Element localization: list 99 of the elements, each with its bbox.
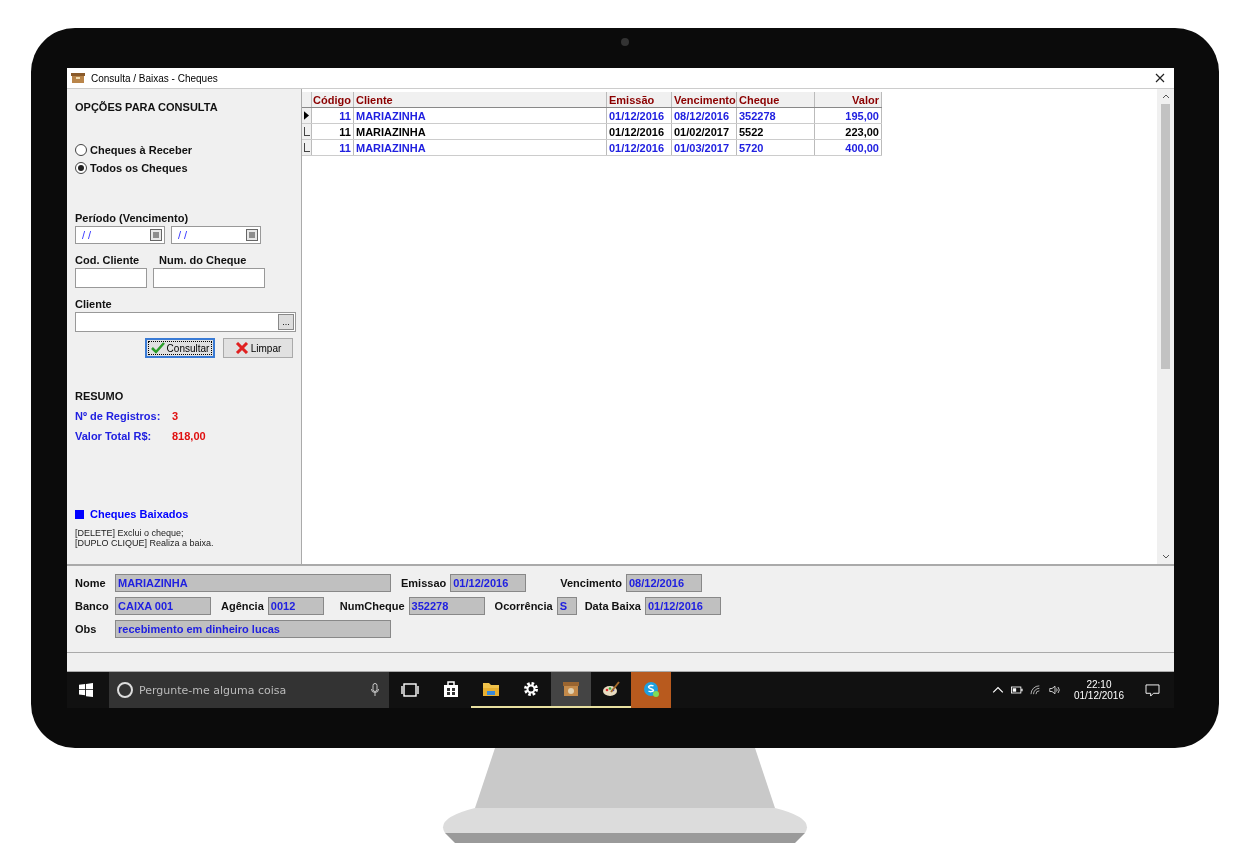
input-field[interactable]: ... [75, 312, 296, 332]
table-cell: 11 [312, 108, 354, 123]
search-button[interactable]: Consultar [145, 338, 215, 358]
table-cell: MARIAZINHA [354, 124, 607, 139]
column-header[interactable]: Cliente [354, 92, 607, 107]
checkmark-icon [150, 342, 165, 354]
row-indicator[interactable] [302, 108, 312, 123]
calendar-icon[interactable] [150, 229, 162, 241]
field-label: Num. do Cheque [159, 254, 247, 266]
table-cell: 11 [312, 140, 354, 155]
battery-icon[interactable] [1010, 685, 1023, 695]
column-header[interactable]: Valor [815, 92, 882, 107]
field-label: Banco [75, 600, 110, 612]
table-cell: 5522 [737, 124, 815, 139]
clock-date[interactable]: 01/12/2016 [1073, 690, 1124, 701]
field-label: Nome [75, 577, 107, 589]
read-only-field: 0012 [267, 597, 324, 615]
task-view-icon[interactable] [401, 683, 419, 697]
settings-icon [521, 679, 541, 699]
speaker-icon[interactable] [1048, 685, 1061, 695]
hint-text: [DUPLO CLIQUE] Realiza a baixa. [75, 538, 215, 548]
section-heading: RESUMO [75, 390, 125, 402]
read-only-field: 01/12/2016 [450, 574, 527, 592]
calendar-icon[interactable] [246, 229, 258, 241]
date-field[interactable]: / / [75, 226, 165, 244]
chat-icon [641, 679, 661, 699]
input-field[interactable] [75, 268, 147, 288]
summary-label: Nº de Registros: [75, 410, 162, 422]
search-field[interactable]: Pergunte-me alguma coisa [109, 672, 389, 708]
palette-icon [601, 679, 621, 699]
field-label: Cliente [75, 298, 113, 310]
row-indicator[interactable] [302, 140, 312, 155]
read-only-field: 352278 [408, 597, 485, 615]
read-only-field: 08/12/2016 [626, 574, 702, 592]
field-label: Ocorrência [494, 600, 553, 612]
input-field[interactable] [153, 268, 265, 288]
field-label: Vencimento [560, 577, 622, 589]
clock-time[interactable]: 22:10 [1086, 679, 1112, 690]
column-header[interactable]: Vencimento [672, 92, 737, 107]
row-indicator[interactable] [302, 124, 312, 139]
legend-label: Cheques Baixados [90, 508, 189, 520]
scrollbar[interactable] [1157, 89, 1174, 564]
summary-value: 818,00 [172, 430, 206, 442]
field-label: Cod. Cliente [75, 254, 141, 266]
radio-button[interactable] [75, 144, 87, 156]
read-only-field: recebimento em dinheiro lucas [115, 620, 391, 638]
circle-icon [117, 682, 133, 698]
read-only-field: MARIAZINHA [115, 574, 391, 592]
radio-option[interactable]: Todos os Cheques [75, 162, 188, 174]
field-label: NumCheque [339, 600, 405, 612]
scroll-down-icon[interactable] [1161, 554, 1170, 559]
table-cell: 400,00 [815, 140, 882, 155]
field-label: Emissao [401, 577, 447, 589]
column-header[interactable]: Cheque [737, 92, 815, 107]
table-cell: MARIAZINHA [354, 108, 607, 123]
table-cell: 01/12/2016 [607, 108, 672, 123]
column-header[interactable]: Código [312, 92, 354, 107]
summary-label: Valor Total R$: [75, 430, 153, 442]
table-cell: 01/12/2016 [607, 124, 672, 139]
table-cell: 11 [312, 124, 354, 139]
date-field[interactable]: / / [171, 226, 261, 244]
summary-value: 3 [172, 410, 179, 422]
chevron-up-icon[interactable] [991, 685, 1004, 695]
table-cell: 223,00 [815, 124, 882, 139]
box-icon [561, 679, 581, 699]
taskbar-app[interactable] [551, 672, 591, 708]
windows-start-icon[interactable] [79, 683, 93, 697]
close-icon[interactable] [1155, 73, 1165, 83]
hint-text: [DELETE] Exclui o cheque; [75, 528, 185, 538]
field-label: Período (Vencimento) [75, 212, 190, 224]
window-title: Consulta / Baixas - Cheques [91, 72, 219, 84]
microphone-icon[interactable] [371, 683, 379, 697]
notification-icon[interactable] [1145, 683, 1160, 697]
table-cell: 01/12/2016 [607, 140, 672, 155]
table-cell: 352278 [737, 108, 815, 123]
box-icon [71, 72, 85, 84]
radio-button[interactable] [75, 162, 87, 174]
browse-button[interactable]: ... [278, 314, 294, 330]
table-cell: 195,00 [815, 108, 882, 123]
table-cell: 01/03/2017 [672, 140, 737, 155]
read-only-field: S [556, 597, 577, 615]
read-only-field: CAIXA 001 [115, 597, 211, 615]
clear-button[interactable]: Limpar [223, 338, 293, 358]
table-cell: 5720 [737, 140, 815, 155]
table-cell: MARIAZINHA [354, 140, 607, 155]
column-header[interactable]: Emissão [607, 92, 672, 107]
camera-dot [621, 38, 629, 46]
table-cell: 01/02/2017 [672, 124, 737, 139]
table-cell: 08/12/2016 [672, 108, 737, 123]
read-only-field: 01/12/2016 [644, 597, 721, 615]
section-heading: OPÇÕES PARA CONSULTA [75, 101, 219, 113]
field-label: Data Baixa [584, 600, 641, 612]
scroll-up-icon[interactable] [1161, 94, 1170, 99]
field-label: Agência [221, 600, 264, 612]
radio-option[interactable]: Cheques à Receber [75, 144, 193, 156]
wifi-icon[interactable] [1029, 685, 1042, 695]
cross-icon [234, 342, 249, 354]
field-label: Obs [75, 623, 98, 635]
shopping-bag-icon [441, 679, 461, 699]
